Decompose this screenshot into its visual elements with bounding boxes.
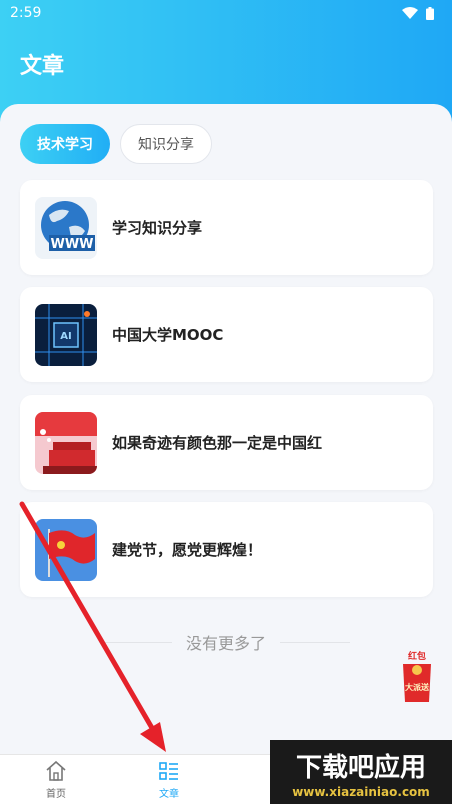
category-tabs: 技术学习 知识分享 [20,124,212,164]
list-end-indicator: 没有更多了 [0,630,452,654]
tiananmen-image [35,411,97,474]
list-icon [159,762,178,780]
nav-home[interactable]: 首页 [26,759,86,803]
svg-text:WWW: WWW [50,237,93,252]
nav-articles[interactable]: 文章 [139,759,199,803]
watermark-title: 下载吧应用 [296,752,426,783]
home-icon [46,760,66,781]
watermark-url: www.xiazainiao.com [292,785,430,799]
nav-articles-label: 文章 [159,789,179,800]
status-bar: 2:59 [0,0,452,26]
hongbao-line2: 大派送 [405,682,430,692]
page-title: 文章 [20,54,65,79]
site-watermark: 下载吧应用 www.xiazainiao.com [270,740,452,804]
ai-chip-image: AI [35,303,97,366]
article-card[interactable]: AI 中国大学MOOC [20,287,433,382]
svg-text:AI: AI [60,331,71,342]
status-time: 2:59 [10,5,42,21]
red-packet-float-button[interactable]: 红包 大派送 [397,650,437,704]
article-card[interactable]: 建党节，愿党更辉煌！ [20,502,433,597]
tab-tech-learning[interactable]: 技术学习 [20,124,110,164]
no-more-text: 没有更多了 [185,634,266,653]
nav-home-label: 首页 [46,789,66,800]
tab-knowledge-sharing[interactable]: 知识分享 [120,124,212,164]
battery-icon [426,6,434,20]
article-card[interactable]: 如果奇迹有颜色那一定是中国红 [20,395,433,490]
wifi-icon [402,7,418,19]
party-flag-image [35,518,97,581]
divider [101,641,172,643]
content-panel: 技术学习 知识分享 WWW 学习知识分享 AI 中国大学MOOC 如果奇迹有颜色… [0,104,452,754]
article-title: 中国大学MOOC [112,326,224,344]
www-globe-image: WWW [35,196,97,259]
status-icons [402,6,434,20]
hongbao-line1: 红包 [408,650,426,662]
article-card[interactable]: WWW 学习知识分享 [20,180,433,275]
article-title: 学习知识分享 [112,219,203,237]
article-title: 如果奇迹有颜色那一定是中国红 [112,434,323,452]
article-title: 建党节，愿党更辉煌！ [112,541,263,559]
divider [280,641,350,643]
